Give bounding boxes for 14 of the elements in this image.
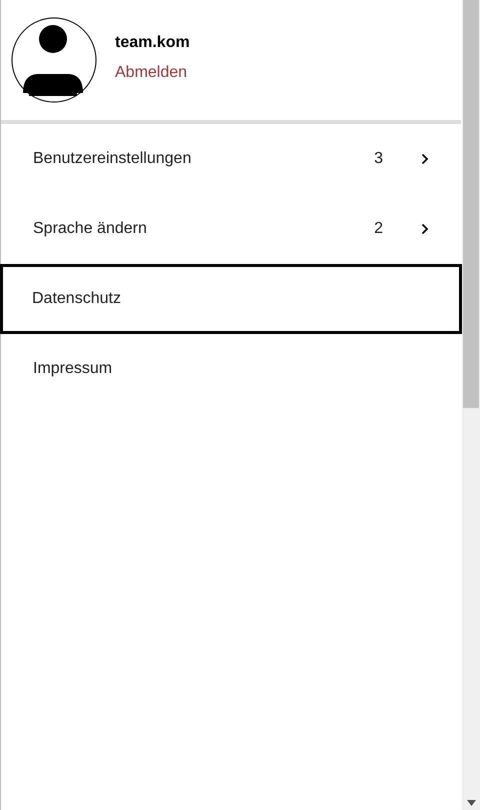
logout-link[interactable]: Abmelden (115, 61, 190, 85)
menu-item[interactable]: Sprache ändern 2 (1, 194, 462, 264)
item-count: 3 (374, 149, 383, 169)
chevron-right-icon (421, 153, 429, 165)
menu-item[interactable]: Impressum (1, 334, 462, 404)
menu-item[interactable]: Datenschutz (0, 264, 462, 334)
chevron-right-icon (421, 223, 429, 235)
menu-item[interactable]: Benutzereinstellungen 3 (1, 124, 462, 194)
scrollbar-thumb[interactable] (463, 0, 479, 408)
user-name: team.kom (115, 33, 190, 53)
scroll-down-icon[interactable] (466, 800, 476, 806)
avatar-icon (11, 17, 97, 103)
scrollbar[interactable] (462, 0, 480, 810)
item-count: 2 (374, 219, 383, 239)
